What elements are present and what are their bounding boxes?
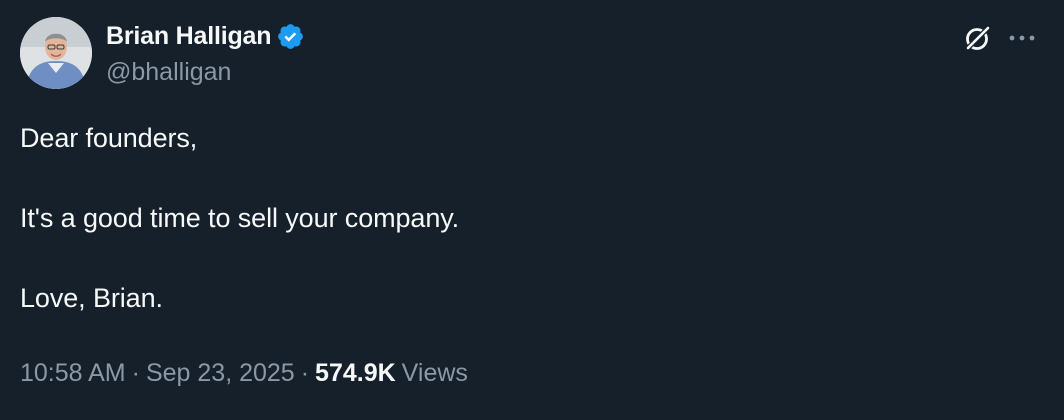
tweet-text-line: Dear founders, xyxy=(20,123,198,153)
tweet-header: Brian Halligan @bhalligan xyxy=(20,17,305,89)
name-row: Brian Halligan xyxy=(106,20,305,52)
tweet-card: Brian Halligan @bhalligan Dear founders,… xyxy=(0,0,1064,420)
verified-badge-icon[interactable] xyxy=(276,22,305,51)
grok-icon[interactable] xyxy=(960,20,996,56)
tweet-actions xyxy=(960,20,1040,56)
tweet-text: Dear founders, It's a good time to sell … xyxy=(20,118,459,318)
tweet-meta: 10:58 AM · Sep 23, 2025 · 574.9K Views xyxy=(20,359,468,388)
more-icon[interactable] xyxy=(1004,20,1040,56)
avatar-photo xyxy=(20,17,92,89)
tweet-text-line: Love, Brian. xyxy=(20,283,163,313)
meta-separator: · xyxy=(300,359,310,387)
meta-separator: · xyxy=(131,359,140,387)
author-names: Brian Halligan @bhalligan xyxy=(106,17,305,87)
tweet-text-gap xyxy=(20,238,459,278)
tweet-date[interactable]: Sep 23, 2025 xyxy=(146,359,295,388)
author-display-name[interactable]: Brian Halligan xyxy=(106,22,271,51)
views-label: Views xyxy=(401,359,468,387)
views-count[interactable]: 574.9K xyxy=(315,359,396,388)
author-handle[interactable]: @bhalligan xyxy=(106,58,305,87)
tweet-text-gap xyxy=(20,158,459,198)
avatar[interactable] xyxy=(20,17,92,89)
tweet-text-line: It's a good time to sell your company. xyxy=(20,203,460,233)
tweet-time[interactable]: 10:58 AM xyxy=(20,359,126,388)
